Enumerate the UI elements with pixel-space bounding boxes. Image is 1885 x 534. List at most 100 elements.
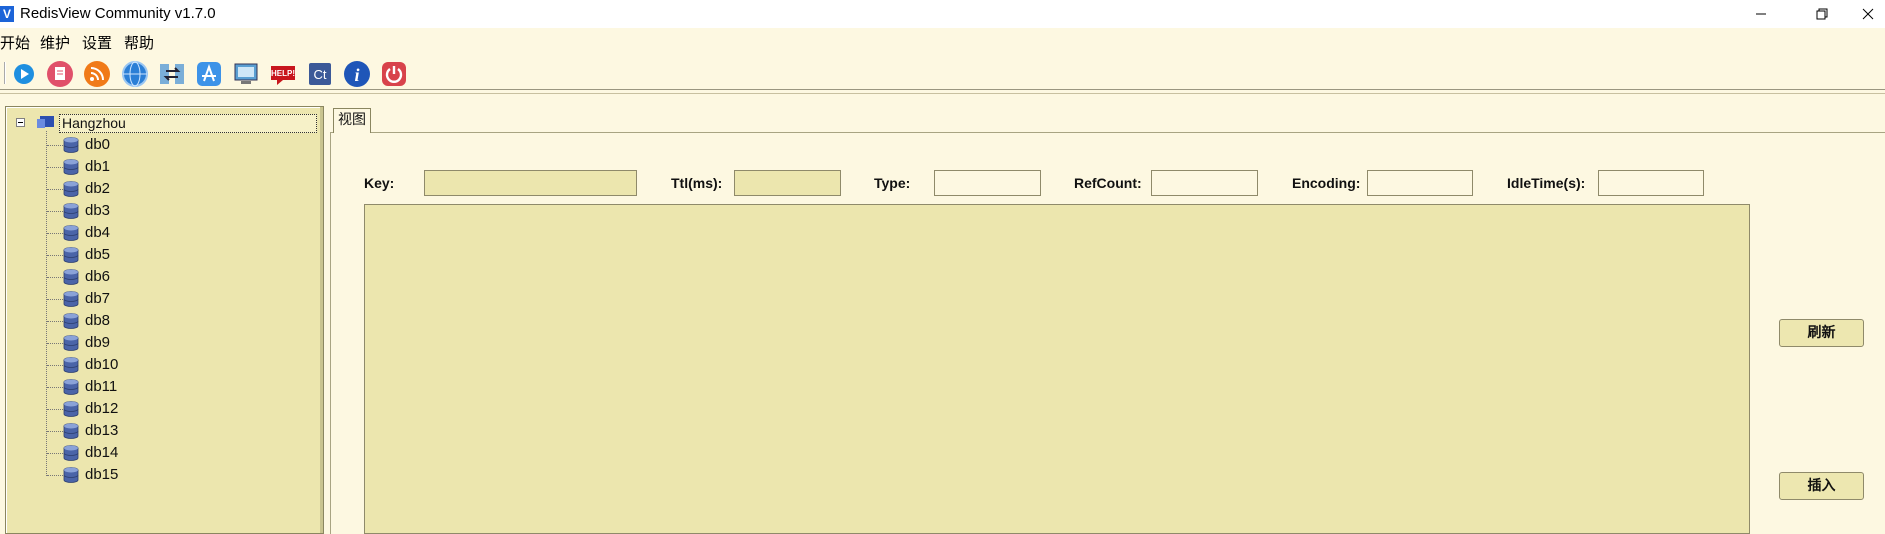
refcount-label: RefCount: bbox=[1074, 175, 1142, 191]
database-icon bbox=[63, 357, 79, 373]
type-input[interactable] bbox=[934, 170, 1041, 196]
collapse-icon[interactable] bbox=[16, 118, 25, 127]
database-icon bbox=[63, 291, 79, 307]
database-icon bbox=[63, 313, 79, 329]
tree-root-label[interactable]: Hangzhou bbox=[59, 114, 317, 133]
monitor-button[interactable] bbox=[231, 59, 261, 89]
subscribe-button[interactable] bbox=[82, 59, 112, 89]
window-title: RedisView Community v1.7.0 bbox=[20, 5, 216, 22]
encoding-input[interactable] bbox=[1367, 170, 1473, 196]
database-icon bbox=[63, 269, 79, 285]
svg-text:HELP!: HELP! bbox=[271, 69, 295, 78]
monitor-icon bbox=[234, 63, 258, 84]
ct-icon: Ct bbox=[309, 63, 331, 85]
tree-guide-line bbox=[47, 211, 63, 212]
tree-node-db[interactable]: db12 bbox=[6, 398, 306, 420]
tree-node-db[interactable]: db1 bbox=[6, 156, 306, 178]
ttl-input[interactable] bbox=[734, 170, 841, 196]
tree-node-db[interactable]: db4 bbox=[6, 222, 306, 244]
tree-node-db[interactable]: db3 bbox=[6, 200, 306, 222]
tree-node-label: db2 bbox=[85, 180, 111, 197]
tree-node-db[interactable]: db8 bbox=[6, 310, 306, 332]
key-label: Key: bbox=[364, 175, 395, 191]
tree-node-label: db13 bbox=[85, 422, 119, 439]
tree-node-label: db8 bbox=[85, 312, 111, 329]
idletime-label: IdleTime(s): bbox=[1507, 175, 1586, 191]
database-icon bbox=[63, 467, 79, 483]
close-icon bbox=[1862, 8, 1873, 20]
info-icon: i bbox=[344, 61, 370, 87]
menu-bar: 开始 维护 设置 帮助 bbox=[0, 28, 1885, 54]
menu-maintain[interactable]: 维护 bbox=[40, 32, 70, 53]
globe-button[interactable] bbox=[120, 59, 150, 89]
tree-node-db[interactable]: db11 bbox=[6, 376, 306, 398]
menu-start[interactable]: 开始 bbox=[0, 32, 30, 53]
tree-node-db[interactable]: db14 bbox=[6, 442, 306, 464]
restore-button[interactable] bbox=[1794, 0, 1850, 28]
connect-button[interactable] bbox=[9, 59, 39, 89]
database-icon bbox=[63, 335, 79, 351]
tree-guide-line bbox=[47, 299, 63, 300]
tree-node-label: db0 bbox=[85, 136, 111, 153]
tree-node-label: db7 bbox=[85, 290, 111, 307]
database-icon bbox=[63, 401, 79, 417]
tree-node-db[interactable]: db7 bbox=[6, 288, 306, 310]
globe-icon bbox=[122, 61, 148, 87]
idletime-input[interactable] bbox=[1598, 170, 1704, 196]
svg-text:Ct: Ct bbox=[314, 67, 327, 82]
toolbar: HELP! Ct i bbox=[0, 54, 1885, 94]
tree-node-db[interactable]: db5 bbox=[6, 244, 306, 266]
tree-node-label: db1 bbox=[85, 158, 111, 175]
document-icon bbox=[47, 61, 73, 87]
power-icon bbox=[382, 62, 406, 86]
tree-node-db[interactable]: db15 bbox=[6, 464, 306, 486]
key-input[interactable] bbox=[424, 170, 637, 196]
menu-help[interactable]: 帮助 bbox=[124, 32, 154, 53]
help-button[interactable]: HELP! bbox=[268, 59, 298, 89]
tree-node-db[interactable]: db10 bbox=[6, 354, 306, 376]
tree-node-db[interactable]: db13 bbox=[6, 420, 306, 442]
minimize-button[interactable] bbox=[1733, 0, 1789, 28]
tree-node-label: db15 bbox=[85, 466, 119, 483]
help-icon: HELP! bbox=[271, 66, 295, 85]
insert-button[interactable]: 插入 bbox=[1779, 472, 1864, 500]
tree-guide-line bbox=[47, 453, 63, 454]
tree-node-db[interactable]: db9 bbox=[6, 332, 306, 354]
tree-guide-line bbox=[47, 233, 63, 234]
database-icon bbox=[63, 159, 79, 175]
close-button[interactable] bbox=[1850, 0, 1885, 28]
database-icon bbox=[63, 247, 79, 263]
ttl-label: Ttl(ms): bbox=[671, 175, 723, 191]
transfer-button[interactable] bbox=[157, 59, 187, 89]
tree-guide-line bbox=[47, 475, 63, 476]
exit-button[interactable] bbox=[379, 59, 409, 89]
rss-icon bbox=[84, 61, 110, 87]
tree-node-label: db5 bbox=[85, 246, 111, 263]
value-editor[interactable] bbox=[364, 204, 1750, 534]
app-store-button[interactable] bbox=[194, 59, 224, 89]
tree-guide-line bbox=[47, 365, 63, 366]
tab-view[interactable]: 视图 bbox=[333, 108, 371, 133]
database-icon bbox=[63, 379, 79, 395]
tree-guide-line bbox=[47, 321, 63, 322]
database-icon bbox=[63, 225, 79, 241]
app-logo-icon: V bbox=[0, 6, 14, 22]
tree-guide-line bbox=[47, 145, 63, 146]
menu-settings[interactable]: 设置 bbox=[82, 32, 112, 53]
tree-node-db[interactable]: db0 bbox=[6, 134, 306, 156]
info-button[interactable]: i bbox=[342, 59, 372, 89]
restore-icon bbox=[1816, 8, 1828, 20]
tree-node-label: db9 bbox=[85, 334, 111, 351]
tree-node-db[interactable]: db2 bbox=[6, 178, 306, 200]
ct-button[interactable]: Ct bbox=[305, 59, 335, 89]
tree-node-db[interactable]: db6 bbox=[6, 266, 306, 288]
encoding-label: Encoding: bbox=[1292, 175, 1361, 191]
server-icon bbox=[37, 116, 54, 128]
connection-tree[interactable]: Hangzhou db0 db1 db2 db3 db4 db5 db6 db7 db8 db9 d… bbox=[5, 106, 324, 534]
type-label: Type: bbox=[874, 175, 911, 191]
refresh-button[interactable]: 刷新 bbox=[1779, 319, 1864, 347]
document-button[interactable] bbox=[45, 59, 75, 89]
title-bar: V RedisView Community v1.7.0 bbox=[0, 0, 1885, 28]
tree-node-label: db3 bbox=[85, 202, 111, 219]
refcount-input[interactable] bbox=[1151, 170, 1258, 196]
